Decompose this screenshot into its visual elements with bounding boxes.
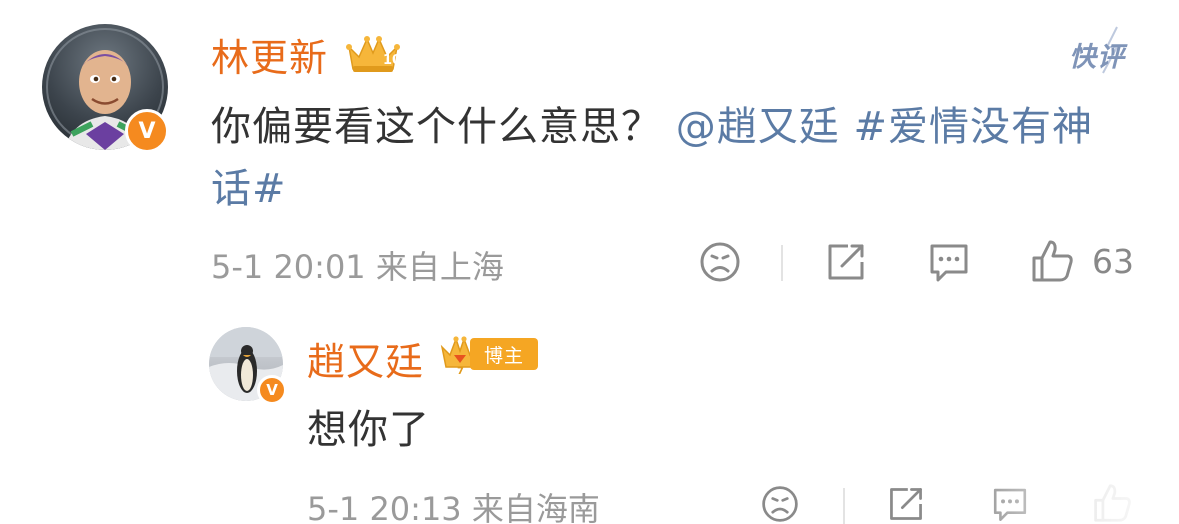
thumbs-up-icon[interactable] — [1030, 238, 1074, 284]
crown-level: 10 — [383, 53, 401, 68]
reply-crown-level: 7 — [457, 366, 464, 375]
reply-verified-badge: V — [257, 375, 287, 405]
share-icon[interactable] — [824, 240, 868, 284]
quick-comment-label: 快评 — [1069, 42, 1125, 73]
crown-icon: 10 — [346, 36, 401, 72]
reply-timestamp: 5-1 20:13 — [307, 490, 462, 524]
reply-location: 来自海南 — [471, 490, 600, 524]
comment-plain-text: 你偏要看这个什么意思？ — [211, 104, 662, 150]
quick-comment-button[interactable]: 快评 — [1049, 25, 1137, 79]
comment-meta: 5-1 20:01 来自上海 — [211, 242, 504, 288]
reply-sad-face-icon[interactable] — [760, 484, 800, 524]
like-count: 63 — [1092, 242, 1134, 281]
reply-action-divider — [843, 488, 845, 524]
timestamp: 5-1 20:01 — [211, 248, 366, 286]
location: 来自上海 — [375, 248, 504, 286]
blogger-label: 博主 — [470, 338, 538, 370]
reply-meta: 5-1 20:13 来自海南 — [307, 484, 600, 524]
verified-badge: V — [125, 109, 169, 153]
reply-username[interactable]: 趙又廷 — [307, 331, 424, 386]
username[interactable]: 林更新 — [211, 27, 328, 82]
reply-share-icon[interactable] — [886, 484, 926, 524]
comment-text: 你偏要看这个什么意思？ @趙又廷 #爱情没有神话# — [211, 96, 1131, 220]
reply-text: 想你了 — [307, 407, 430, 453]
action-divider — [781, 245, 783, 281]
bottom-fade-overlay — [960, 470, 1179, 524]
comment-icon[interactable] — [926, 240, 972, 284]
comment-thread: V 林更新 10 快评 你偏要看这个什么意思？ @趙又廷 #爱情没有神话# 5-… — [0, 0, 1179, 524]
mention-link[interactable]: @趙又廷 — [676, 104, 840, 150]
sad-face-icon[interactable] — [698, 240, 742, 284]
